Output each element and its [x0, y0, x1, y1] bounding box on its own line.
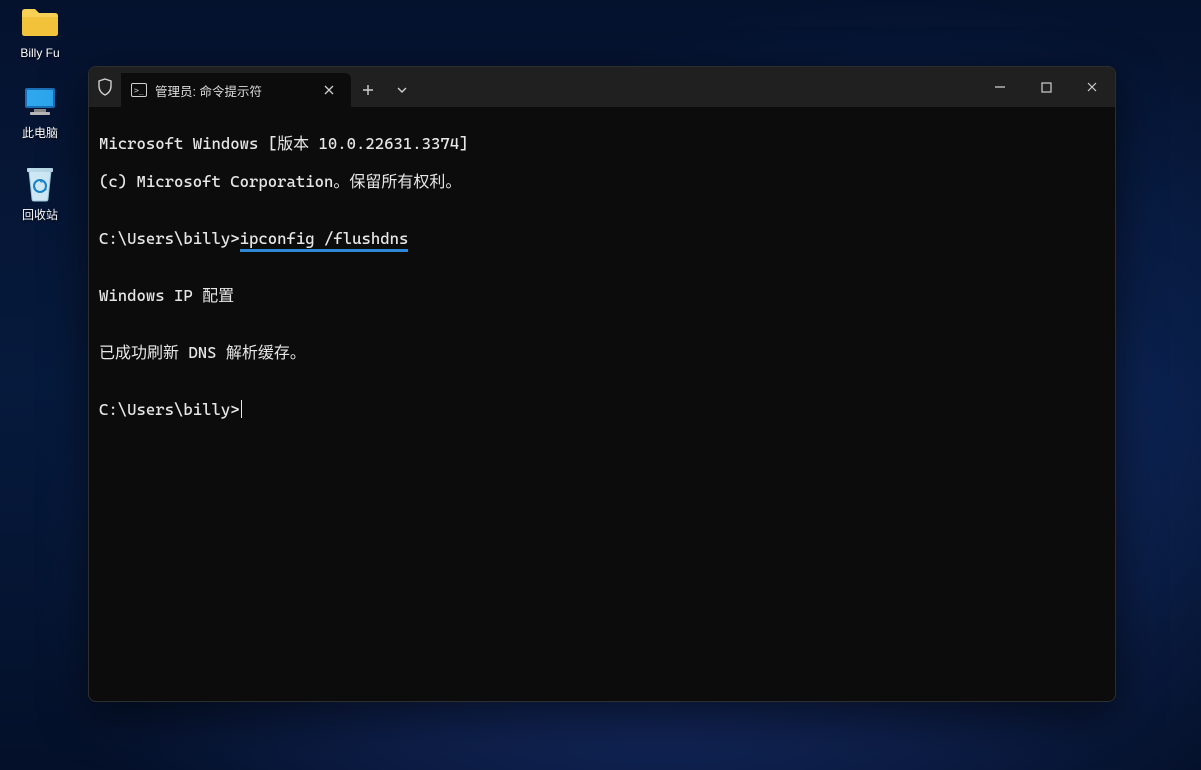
desktop-icon-label: 此电脑 [22, 126, 58, 140]
maximize-button[interactable] [1023, 67, 1069, 107]
terminal-line: 已成功刷新 DNS 解析缓存。 [99, 343, 1105, 362]
terminal-line: Microsoft Windows [版本 10.0.22631.3374] [99, 134, 1105, 153]
desktop-icon-this-pc[interactable]: 此电脑 [4, 82, 76, 140]
terminal-prompt: C:\Users\billy> [99, 400, 240, 419]
minimize-button[interactable] [977, 67, 1023, 107]
terminal-line: (c) Microsoft Corporation。保留所有权利。 [99, 172, 1105, 191]
tab-title: 管理员: 命令提示符 [155, 81, 262, 100]
terminal-prompt-line: C:\Users\billy> [99, 400, 1105, 419]
terminal-command-highlight: ipconfig /flushdns [240, 229, 409, 252]
recycle-bin-icon [20, 164, 60, 204]
admin-shield-icon [89, 67, 121, 107]
desktop-icon-recycle-bin[interactable]: 回收站 [4, 164, 76, 222]
terminal-cursor [241, 400, 242, 418]
svg-text:>_: >_ [134, 86, 144, 95]
terminal-line: Windows IP 配置 [99, 286, 1105, 305]
terminal-output[interactable]: Microsoft Windows [版本 10.0.22631.3374] (… [89, 107, 1115, 701]
terminal-prompt-line: C:\Users\billy>ipconfig /flushdns [99, 229, 1105, 248]
folder-icon [20, 2, 60, 42]
close-window-button[interactable] [1069, 67, 1115, 107]
tab-dropdown-button[interactable] [385, 73, 419, 107]
terminal-tab[interactable]: >_ 管理员: 命令提示符 [121, 73, 351, 107]
cmd-icon: >_ [131, 83, 147, 97]
desktop-icon-label: 回收站 [22, 208, 58, 222]
tab-close-button[interactable] [317, 78, 341, 102]
terminal-window: >_ 管理员: 命令提示符 [88, 66, 1116, 702]
window-titlebar[interactable]: >_ 管理员: 命令提示符 [89, 67, 1115, 107]
desktop-icon-user-folder[interactable]: Billy Fu [4, 2, 76, 60]
new-tab-button[interactable] [351, 73, 385, 107]
this-pc-icon [20, 82, 60, 122]
desktop: Billy Fu 此电脑 回收站 [0, 0, 1201, 770]
terminal-prompt: C:\Users\billy> [99, 229, 240, 248]
desktop-icon-label: Billy Fu [20, 46, 59, 60]
